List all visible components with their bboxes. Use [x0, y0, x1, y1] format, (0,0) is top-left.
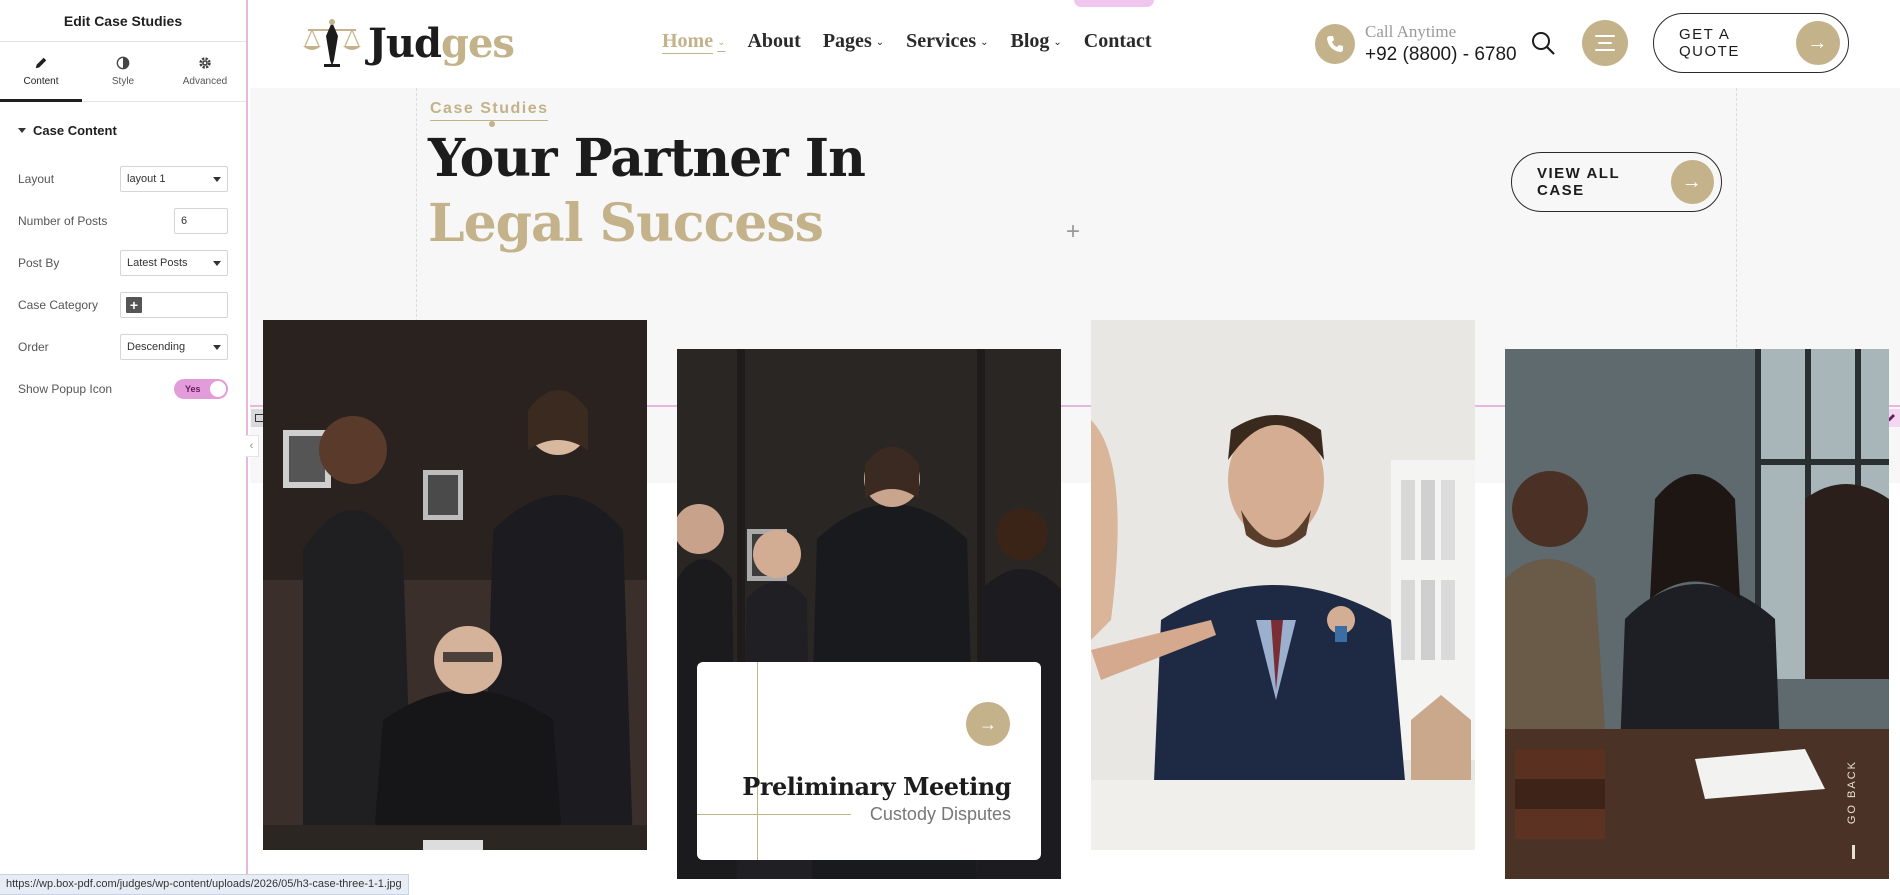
control-label: Post By: [18, 256, 60, 270]
control-label: Case Category: [18, 298, 99, 312]
case-category-input[interactable]: +: [120, 292, 228, 318]
main-nav: Home ⌄ About Pages ⌄ Services ⌄ Blog ⌄ Conta…: [662, 30, 1152, 53]
nav-services[interactable]: Services ⌄: [906, 30, 988, 53]
call-number[interactable]: +92 (8800) - 6780: [1365, 44, 1517, 66]
site-header: Judges Home ⌄ About Pages ⌄ Services ⌄ Blog…: [250, 0, 1900, 88]
pencil-icon: [35, 57, 47, 69]
nav-home[interactable]: Home ⌄: [662, 30, 725, 53]
tab-advanced-label: Advanced: [182, 76, 228, 87]
case-photo-keys: [1091, 320, 1475, 850]
arrow-right-icon: →: [1670, 160, 1714, 204]
heading-line-1: Your Partner In: [428, 128, 866, 189]
control-label: Number of Posts: [18, 214, 108, 228]
menu-line: [1595, 49, 1615, 51]
case-card-featured[interactable]: → Preliminary Meeting Custody Disputes: [677, 349, 1061, 879]
control-label: Order: [18, 340, 49, 354]
control-show-popup: Show Popup Icon Yes: [0, 368, 246, 410]
case-title[interactable]: Preliminary Meeting: [742, 772, 1011, 801]
plus-icon[interactable]: +: [126, 297, 142, 313]
layout-select[interactable]: layout 1: [120, 166, 228, 192]
control-label: Layout: [18, 172, 55, 186]
nav-blog[interactable]: Blog ⌄: [1011, 30, 1062, 53]
collapse-panel-button[interactable]: ‹: [245, 435, 259, 457]
nav-about[interactable]: About: [747, 30, 800, 53]
menu-line: [1598, 42, 1612, 44]
section-case-content[interactable]: Case Content: [0, 102, 246, 158]
toggle-label: Yes: [185, 384, 201, 394]
get-quote-label: GET A QUOTE: [1679, 26, 1740, 60]
control-post-by: Post By Latest Posts: [0, 242, 246, 284]
show-popup-toggle[interactable]: Yes: [174, 379, 228, 399]
tab-style[interactable]: Style: [82, 42, 164, 101]
editor-panel: Edit Case Studies Content Style Advanced…: [0, 0, 248, 895]
case-card[interactable]: [1091, 320, 1475, 850]
eyebrow-dot: [489, 121, 495, 127]
search-icon[interactable]: [1530, 30, 1556, 56]
order-select[interactable]: Descending: [120, 334, 228, 360]
caret-down-icon: [213, 260, 221, 266]
case-photo-discussion: [1505, 349, 1889, 879]
select-value: Latest Posts: [127, 257, 188, 269]
select-value: Descending: [127, 341, 186, 353]
tab-content[interactable]: Content: [0, 42, 82, 102]
arrow-right-icon[interactable]: →: [966, 702, 1010, 746]
add-element-plus-icon[interactable]: +: [1066, 218, 1080, 246]
chevron-down-icon: ⌄: [875, 37, 885, 48]
post-by-select[interactable]: Latest Posts: [120, 250, 228, 276]
decorative-line: [697, 814, 851, 815]
tab-advanced[interactable]: Advanced: [164, 42, 246, 101]
decorative-line: [757, 662, 758, 860]
control-layout: Layout layout 1: [0, 158, 246, 200]
arrow-right-icon: →: [1796, 21, 1840, 65]
tab-content-label: Content: [23, 76, 59, 87]
view-all-label: VIEW ALL CASE: [1537, 165, 1620, 199]
logo-text: Judges: [368, 19, 515, 67]
gear-icon: [199, 57, 211, 69]
tab-style-label: Style: [111, 76, 135, 87]
logo[interactable]: Judges: [300, 16, 515, 70]
chevron-down-icon: ⌄: [1053, 37, 1062, 48]
section-title: Case Content: [33, 122, 117, 138]
control-num-posts: Number of Posts 6: [0, 200, 246, 242]
case-photo-team: [263, 320, 647, 850]
caret-down-icon: [213, 344, 221, 350]
toggle-knob: [210, 381, 226, 397]
contrast-icon: [116, 56, 130, 70]
control-order: Order Descending: [0, 326, 246, 368]
nav-contact[interactable]: Contact: [1084, 30, 1152, 53]
select-value: layout 1: [127, 173, 166, 185]
case-card[interactable]: [1505, 349, 1889, 879]
site-preview: Judges Home ⌄ About Pages ⌄ Services ⌄ Blog…: [250, 0, 1900, 895]
menu-line: [1595, 35, 1615, 37]
hamburger-menu-icon[interactable]: [1582, 20, 1628, 66]
browser-status-bar: https://wp.box-pdf.com/judges/wp-content…: [0, 874, 409, 895]
control-case-category: Case Category +: [0, 284, 246, 326]
nav-pages[interactable]: Pages ⌄: [823, 30, 884, 53]
heading-line-2: Legal Success: [428, 193, 824, 254]
case-info-box: → Preliminary Meeting Custody Disputes: [697, 662, 1041, 860]
chevron-down-icon: ⌄: [980, 37, 989, 48]
get-quote-button[interactable]: GET A QUOTE →: [1653, 13, 1849, 73]
chevron-down-icon: ⌄: [717, 37, 726, 48]
num-posts-input[interactable]: 6: [174, 208, 228, 234]
panel-tabs: Content Style Advanced: [0, 42, 246, 102]
case-category: Custody Disputes: [869, 804, 1011, 824]
go-back-link[interactable]: GO BACK: [1846, 760, 1858, 824]
caret-down-icon: [213, 176, 221, 182]
panel-title: Edit Case Studies: [0, 0, 246, 42]
call-anytime[interactable]: Call Anytime +92 (8800) - 6780: [1315, 22, 1517, 66]
call-label: Call Anytime: [1365, 22, 1457, 41]
phone-icon: [1315, 24, 1355, 64]
go-back-bar: [1852, 845, 1855, 859]
control-label: Show Popup Icon: [18, 382, 113, 396]
view-all-case-button[interactable]: VIEW ALL CASE →: [1511, 152, 1722, 212]
case-card[interactable]: [263, 320, 647, 850]
editor-section-handle[interactable]: [1074, 0, 1154, 7]
section-eyebrow: Case Studies: [430, 100, 549, 121]
caret-down-icon: [18, 127, 26, 133]
scales-pen-icon: [303, 19, 361, 67]
